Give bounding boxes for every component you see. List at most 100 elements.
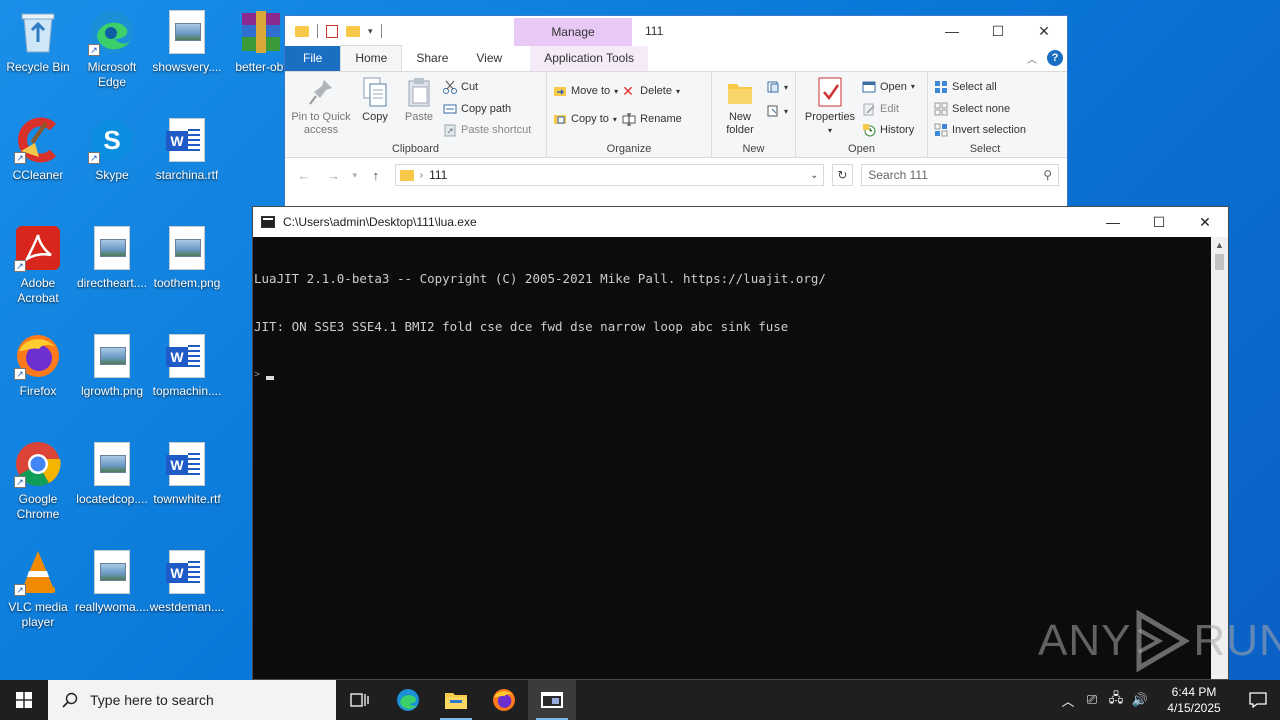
meet-now-icon[interactable]: ⎚: [1080, 692, 1104, 708]
maximize-button[interactable]: ☐: [1136, 207, 1182, 237]
tab-application-tools[interactable]: Application Tools: [530, 46, 649, 71]
scroll-up-icon[interactable]: ▲: [1211, 237, 1228, 254]
pin-quick-access-button[interactable]: Pin to Quick access: [291, 76, 351, 139]
desktop-icon-microsoft-edge[interactable]: ↗ Microsoft Edge: [74, 8, 150, 90]
tab-share[interactable]: Share: [402, 46, 462, 71]
desktop-icon-directheart[interactable]: directheart....: [74, 224, 150, 291]
console-titlebar[interactable]: C:\Users\admin\Desktop\111\lua.exe — ☐ ✕: [253, 207, 1228, 237]
paste-button[interactable]: Paste: [399, 76, 439, 139]
taskbar-firefox[interactable]: [480, 680, 528, 720]
svg-text:S: S: [103, 125, 120, 155]
edge-icon: [397, 689, 419, 711]
up-button[interactable]: ↑: [365, 168, 387, 183]
console-window[interactable]: C:\Users\admin\Desktop\111\lua.exe — ☐ ✕…: [252, 206, 1229, 680]
collapse-ribbon-icon[interactable]: ︿: [1027, 51, 1037, 66]
maximize-button[interactable]: ☐: [975, 16, 1021, 46]
scissors-icon: [443, 80, 457, 94]
chevron-down-icon[interactable]: ▾: [368, 26, 373, 37]
image-file-icon: [163, 8, 211, 56]
desktop-icon-adobe-acrobat[interactable]: ↗ Adobe Acrobat: [0, 224, 76, 306]
tab-file[interactable]: File: [285, 46, 341, 71]
image-file-icon: [163, 224, 211, 272]
select-none-button[interactable]: Select none: [934, 100, 1026, 118]
taskbar-edge[interactable]: [384, 680, 432, 720]
desktop-icon-google-chrome[interactable]: ↗ Google Chrome: [0, 440, 76, 522]
ccleaner-icon: ↗: [14, 116, 62, 164]
close-button[interactable]: ✕: [1182, 207, 1228, 237]
breadcrumb[interactable]: 111: [429, 168, 447, 182]
rename-button[interactable]: Rename: [622, 110, 682, 128]
refresh-button[interactable]: ↻: [831, 164, 854, 186]
desktop-icon-lgrowth[interactable]: lgrowth.png: [74, 332, 150, 399]
recent-locations-icon[interactable]: ▾: [352, 170, 357, 181]
desktop-icon-label: Skype: [95, 168, 129, 182]
desktop-icon-ccleaner[interactable]: ↗ CCleaner: [0, 116, 76, 183]
taskbar-clock[interactable]: 6:44 PM 4/15/2025: [1152, 684, 1236, 716]
explorer-titlebar[interactable]: ▾ Manage 111 — ☐ ✕: [285, 16, 1067, 46]
forward-button[interactable]: →: [323, 168, 345, 183]
desktop-icon-reallywoma[interactable]: reallywoma....: [74, 548, 150, 615]
copy-button[interactable]: Copy: [355, 76, 395, 139]
select-all-button[interactable]: Select all: [934, 78, 1026, 96]
console-prompt-line[interactable]: >: [254, 367, 1210, 383]
file-explorer-window[interactable]: ▾ Manage 111 — ☐ ✕ File Home Share View …: [284, 15, 1068, 215]
desktop-icon-label: lgrowth.png: [80, 384, 144, 398]
paste-shortcut-button[interactable]: Paste shortcut: [443, 121, 531, 139]
new-folder-icon[interactable]: [346, 25, 360, 37]
desktop-icon-recycle-bin[interactable]: Recycle Bin: [0, 8, 76, 75]
properties-button[interactable]: Properties ▾: [802, 76, 858, 139]
desktop-icon-toothem[interactable]: toothem.png: [149, 224, 225, 291]
desktop-icon-firefox[interactable]: ↗ Firefox: [0, 332, 76, 399]
history-button[interactable]: History: [862, 121, 915, 139]
edit-button[interactable]: Edit: [862, 100, 915, 118]
new-folder-button[interactable]: New folder: [718, 76, 762, 139]
desktop-icon-showsvery[interactable]: showsvery....: [149, 8, 225, 75]
open-button[interactable]: Open ▾: [862, 78, 915, 96]
scroll-thumb[interactable]: [1215, 254, 1224, 270]
group-label: Clipboard: [391, 143, 440, 155]
notification-center-button[interactable]: [1236, 680, 1280, 720]
close-button[interactable]: ✕: [1021, 16, 1067, 46]
easy-access-button[interactable]: ▾: [766, 102, 788, 120]
search-input[interactable]: Search 111 ⚲: [861, 164, 1059, 186]
start-button[interactable]: [0, 680, 48, 720]
image-file-icon: [88, 224, 136, 272]
help-icon[interactable]: ?: [1047, 50, 1063, 66]
chevron-up-icon[interactable]: ︿: [1056, 691, 1080, 710]
desktop-icon-topmachin[interactable]: W topmachin....: [149, 332, 225, 399]
copy-to-button[interactable]: Copy to ▾: [553, 110, 618, 128]
taskbar-lua-console[interactable]: [528, 680, 576, 720]
properties-icon[interactable]: [326, 24, 338, 38]
taskbar-search-input[interactable]: Type here to search: [48, 680, 336, 720]
edit-icon: [862, 102, 876, 116]
desktop-icon-westdeman[interactable]: W westdeman....: [149, 548, 225, 615]
cut-button[interactable]: Cut: [443, 78, 531, 96]
quick-access-toolbar: ▾: [295, 24, 382, 38]
desktop-icon-townwhite[interactable]: W townwhite.rtf: [149, 440, 225, 507]
address-bar[interactable]: › 111 ⌄: [394, 164, 824, 186]
clock-date: 4/15/2025: [1167, 701, 1221, 715]
tab-home[interactable]: Home: [340, 45, 403, 71]
minimize-button[interactable]: —: [929, 16, 975, 46]
volume-icon[interactable]: 🔊: [1128, 692, 1152, 708]
tab-manage[interactable]: Manage: [514, 18, 632, 46]
invert-selection-icon: [934, 123, 948, 137]
new-item-button[interactable]: ▾: [766, 78, 788, 96]
group-label: Organize: [606, 143, 652, 155]
back-button[interactable]: ←: [293, 168, 315, 183]
tab-view[interactable]: View: [462, 46, 516, 71]
chevron-down-icon[interactable]: ⌄: [810, 170, 818, 181]
invert-selection-button[interactable]: Invert selection: [934, 121, 1026, 139]
desktop-icon-starchina[interactable]: W starchina.rtf: [149, 116, 225, 183]
desktop-icon-vlc[interactable]: ↗ VLC media player: [0, 548, 76, 630]
task-view-button[interactable]: [336, 680, 384, 720]
copy-path-button[interactable]: Copy path: [443, 100, 531, 118]
move-to-button[interactable]: Move to ▾: [553, 82, 618, 100]
desktop-icon-skype[interactable]: S ↗ Skype: [74, 116, 150, 183]
taskbar-file-explorer[interactable]: [432, 680, 480, 720]
network-icon[interactable]: 🖧: [1104, 689, 1128, 711]
delete-button[interactable]: ✕ Delete ▾: [622, 82, 682, 100]
folder-icon: [295, 25, 309, 37]
minimize-button[interactable]: —: [1090, 207, 1136, 237]
desktop-icon-locatedcop[interactable]: locatedcop....: [74, 440, 150, 507]
